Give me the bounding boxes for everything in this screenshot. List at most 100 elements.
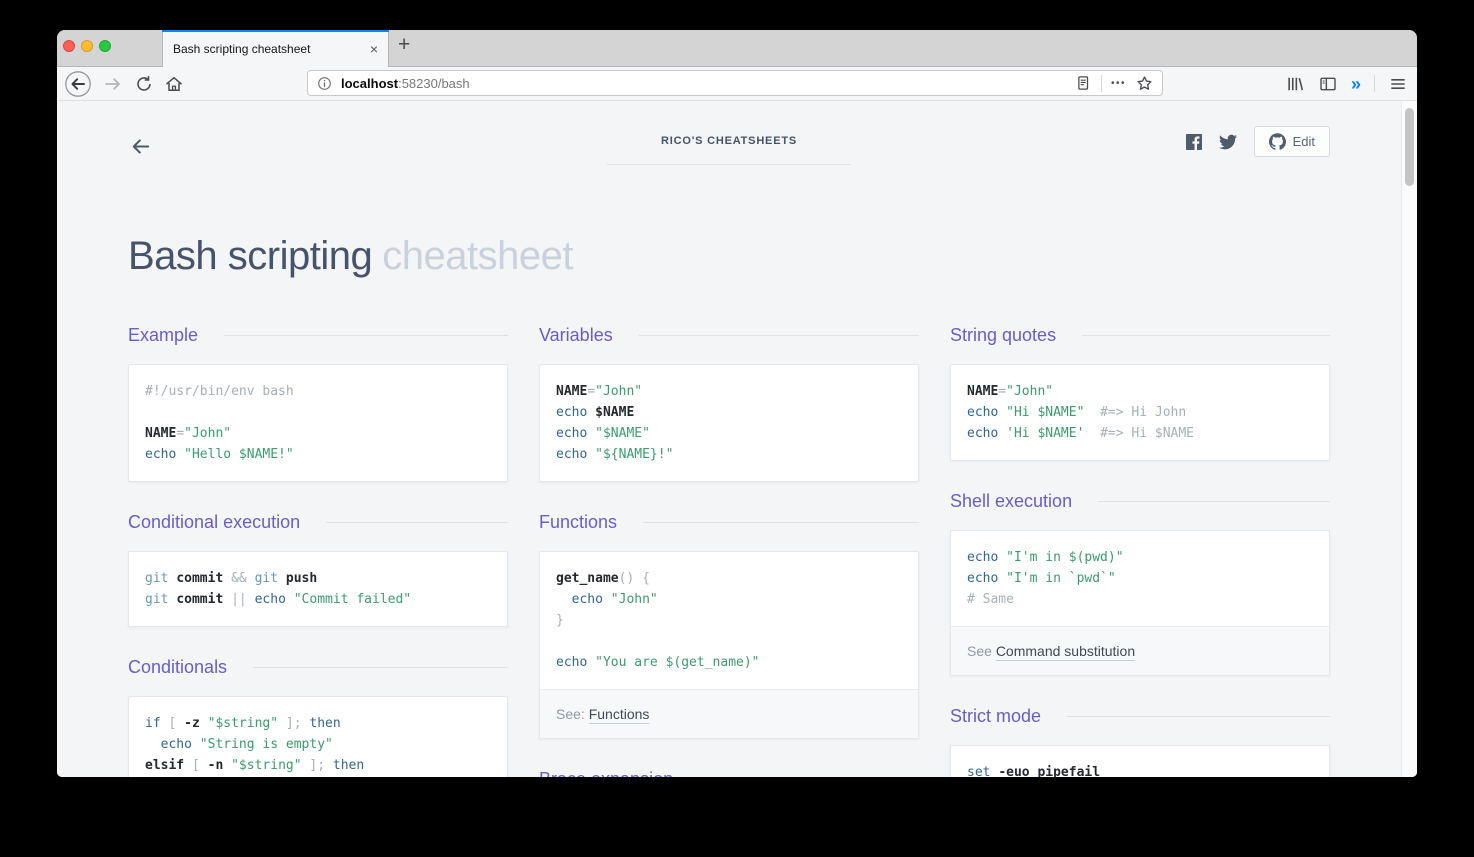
facebook-icon[interactable] <box>1186 134 1202 150</box>
code-token <box>223 571 231 586</box>
toolbar-separator <box>1374 75 1375 92</box>
back-button[interactable] <box>64 70 92 98</box>
code-token: } <box>556 613 564 628</box>
code-token: push <box>286 571 317 586</box>
code-token: #=> Hi John <box>1084 405 1186 420</box>
url-host: localhost <box>341 76 398 91</box>
see-link[interactable]: Functions <box>589 706 650 724</box>
code-block: set -euo pipefailIFS=$'\n\t' <box>951 746 1329 777</box>
code-line: # Same <box>967 589 1313 610</box>
code-token: "John" <box>1006 384 1053 399</box>
scrollbar-track[interactable] <box>1401 101 1417 777</box>
new-tab-button[interactable]: + <box>398 33 410 57</box>
back-link[interactable] <box>128 134 153 159</box>
code-token <box>223 758 231 773</box>
code-token <box>176 716 184 731</box>
code-line: echo "String is not empty" <box>145 776 491 777</box>
code-card: get_name() { echo "John"}echo "You are $… <box>539 551 919 739</box>
screenshot-root: { "colors": { "accent_blue": "#0a84ff", … <box>0 0 1474 857</box>
forward-button[interactable] <box>102 73 124 95</box>
section-heading[interactable]: Conditional execution <box>128 510 508 534</box>
browser-window: Bash scripting cheatsheet × + localhos <box>57 30 1417 777</box>
code-token <box>176 447 184 462</box>
close-window-button[interactable] <box>63 40 75 52</box>
section-heading-label: Functions <box>539 510 617 534</box>
code-token <box>278 716 286 731</box>
zoom-window-button[interactable] <box>99 40 111 52</box>
section-heading[interactable]: Example <box>128 323 508 347</box>
code-token: "$string" <box>208 716 278 731</box>
minimize-window-button[interactable] <box>81 40 93 52</box>
code-token <box>587 447 595 462</box>
code-line: echo 'Hi $NAME' #=> Hi $NAME <box>967 423 1313 444</box>
code-token: NAME <box>145 426 176 441</box>
code-token: git <box>145 571 168 586</box>
section-heading[interactable]: String quotes <box>950 323 1330 347</box>
code-token: = <box>587 384 595 399</box>
home-button[interactable] <box>164 74 184 94</box>
code-line: echo "Hi $NAME" #=> Hi John <box>967 402 1313 423</box>
code-card: NAME="John"echo "Hi $NAME" #=> Hi Johnec… <box>950 364 1330 461</box>
code-token <box>247 571 255 586</box>
browser-tab[interactable]: Bash scripting cheatsheet × <box>162 30 389 67</box>
code-token <box>998 426 1006 441</box>
menu-icon[interactable] <box>1388 74 1408 94</box>
overflow-menu-icon[interactable]: » <box>1351 75 1361 93</box>
scrollbar-thumb[interactable] <box>1405 108 1414 186</box>
site-title[interactable]: RICO'S CHEATSHEETS <box>661 135 797 147</box>
code-token: "John" <box>184 426 231 441</box>
code-token <box>998 405 1006 420</box>
section: String quotes NAME="John"echo "Hi $NAME" … <box>950 323 1330 461</box>
code-token: git <box>145 592 168 607</box>
reload-button[interactable] <box>134 74 154 94</box>
tab-title: Bash scripting cheatsheet <box>173 42 368 56</box>
bookmark-star-icon[interactable] <box>1135 74 1154 93</box>
code-token: 'Hi $NAME' <box>1006 426 1084 441</box>
edit-button-label: Edit <box>1293 134 1315 149</box>
section-heading-label: Strict mode <box>950 704 1041 728</box>
page-actions-icon[interactable]: ••• <box>1111 78 1126 89</box>
code-token <box>184 758 192 773</box>
code-line: NAME="John" <box>967 381 1313 402</box>
code-token: "You are $(get_name)" <box>595 655 759 670</box>
urlbar-separator <box>1101 75 1102 92</box>
section-heading-label: Brace expansion <box>539 767 673 777</box>
code-token: echo <box>967 571 998 586</box>
section-heading[interactable]: Functions <box>539 510 919 534</box>
section-heading[interactable]: Shell execution <box>950 489 1330 513</box>
code-token: echo <box>556 426 587 441</box>
code-token <box>247 592 255 607</box>
twitter-icon[interactable] <box>1219 133 1237 151</box>
code-token: #!/usr/bin/env bash <box>145 384 294 399</box>
section: Strict mode set -euo pipefailIFS=$'\n\t' <box>950 704 1330 777</box>
code-token: -euo <box>998 765 1029 777</box>
edit-button[interactable]: Edit <box>1254 126 1330 157</box>
section-heading-label: Example <box>128 323 198 347</box>
code-token: then <box>309 716 340 731</box>
url-bar[interactable]: localhost:58230/bash ••• <box>307 70 1163 96</box>
section-heading[interactable]: Variables <box>539 323 919 347</box>
code-block: get_name() { echo "John"}echo "You are $… <box>540 552 918 689</box>
section-heading[interactable]: Strict mode <box>950 704 1330 728</box>
tab-close-icon[interactable]: × <box>368 41 380 57</box>
library-icon[interactable] <box>1285 74 1305 94</box>
code-block: echo "I'm in $(pwd)"echo "I'm in `pwd`"#… <box>951 531 1329 626</box>
page-title-muted: cheatsheet <box>382 234 573 278</box>
code-card: git commit && git pushgit commit || echo… <box>128 551 508 627</box>
section-heading[interactable]: Brace expansion <box>539 767 919 777</box>
reader-mode-icon[interactable] <box>1074 74 1092 92</box>
code-line: #!/usr/bin/env bash <box>145 381 491 402</box>
section: Conditionalsif [ -z "$string" ]; then ec… <box>128 655 508 777</box>
see-link[interactable]: Command substitution <box>996 643 1135 661</box>
code-token: ]; <box>309 758 325 773</box>
code-token: -z <box>184 716 200 731</box>
url-path: :58230/bash <box>398 76 470 91</box>
sidebar-icon[interactable] <box>1318 74 1338 94</box>
section-heading[interactable]: Conditionals <box>128 655 508 679</box>
code-token <box>200 716 208 731</box>
site-info-icon[interactable] <box>316 75 333 92</box>
code-token: = <box>176 426 184 441</box>
section-heading-label: Shell execution <box>950 489 1072 513</box>
section-heading-label: Conditional execution <box>128 510 300 534</box>
column: String quotes NAME="John"echo "Hi $NAME" … <box>950 323 1330 777</box>
